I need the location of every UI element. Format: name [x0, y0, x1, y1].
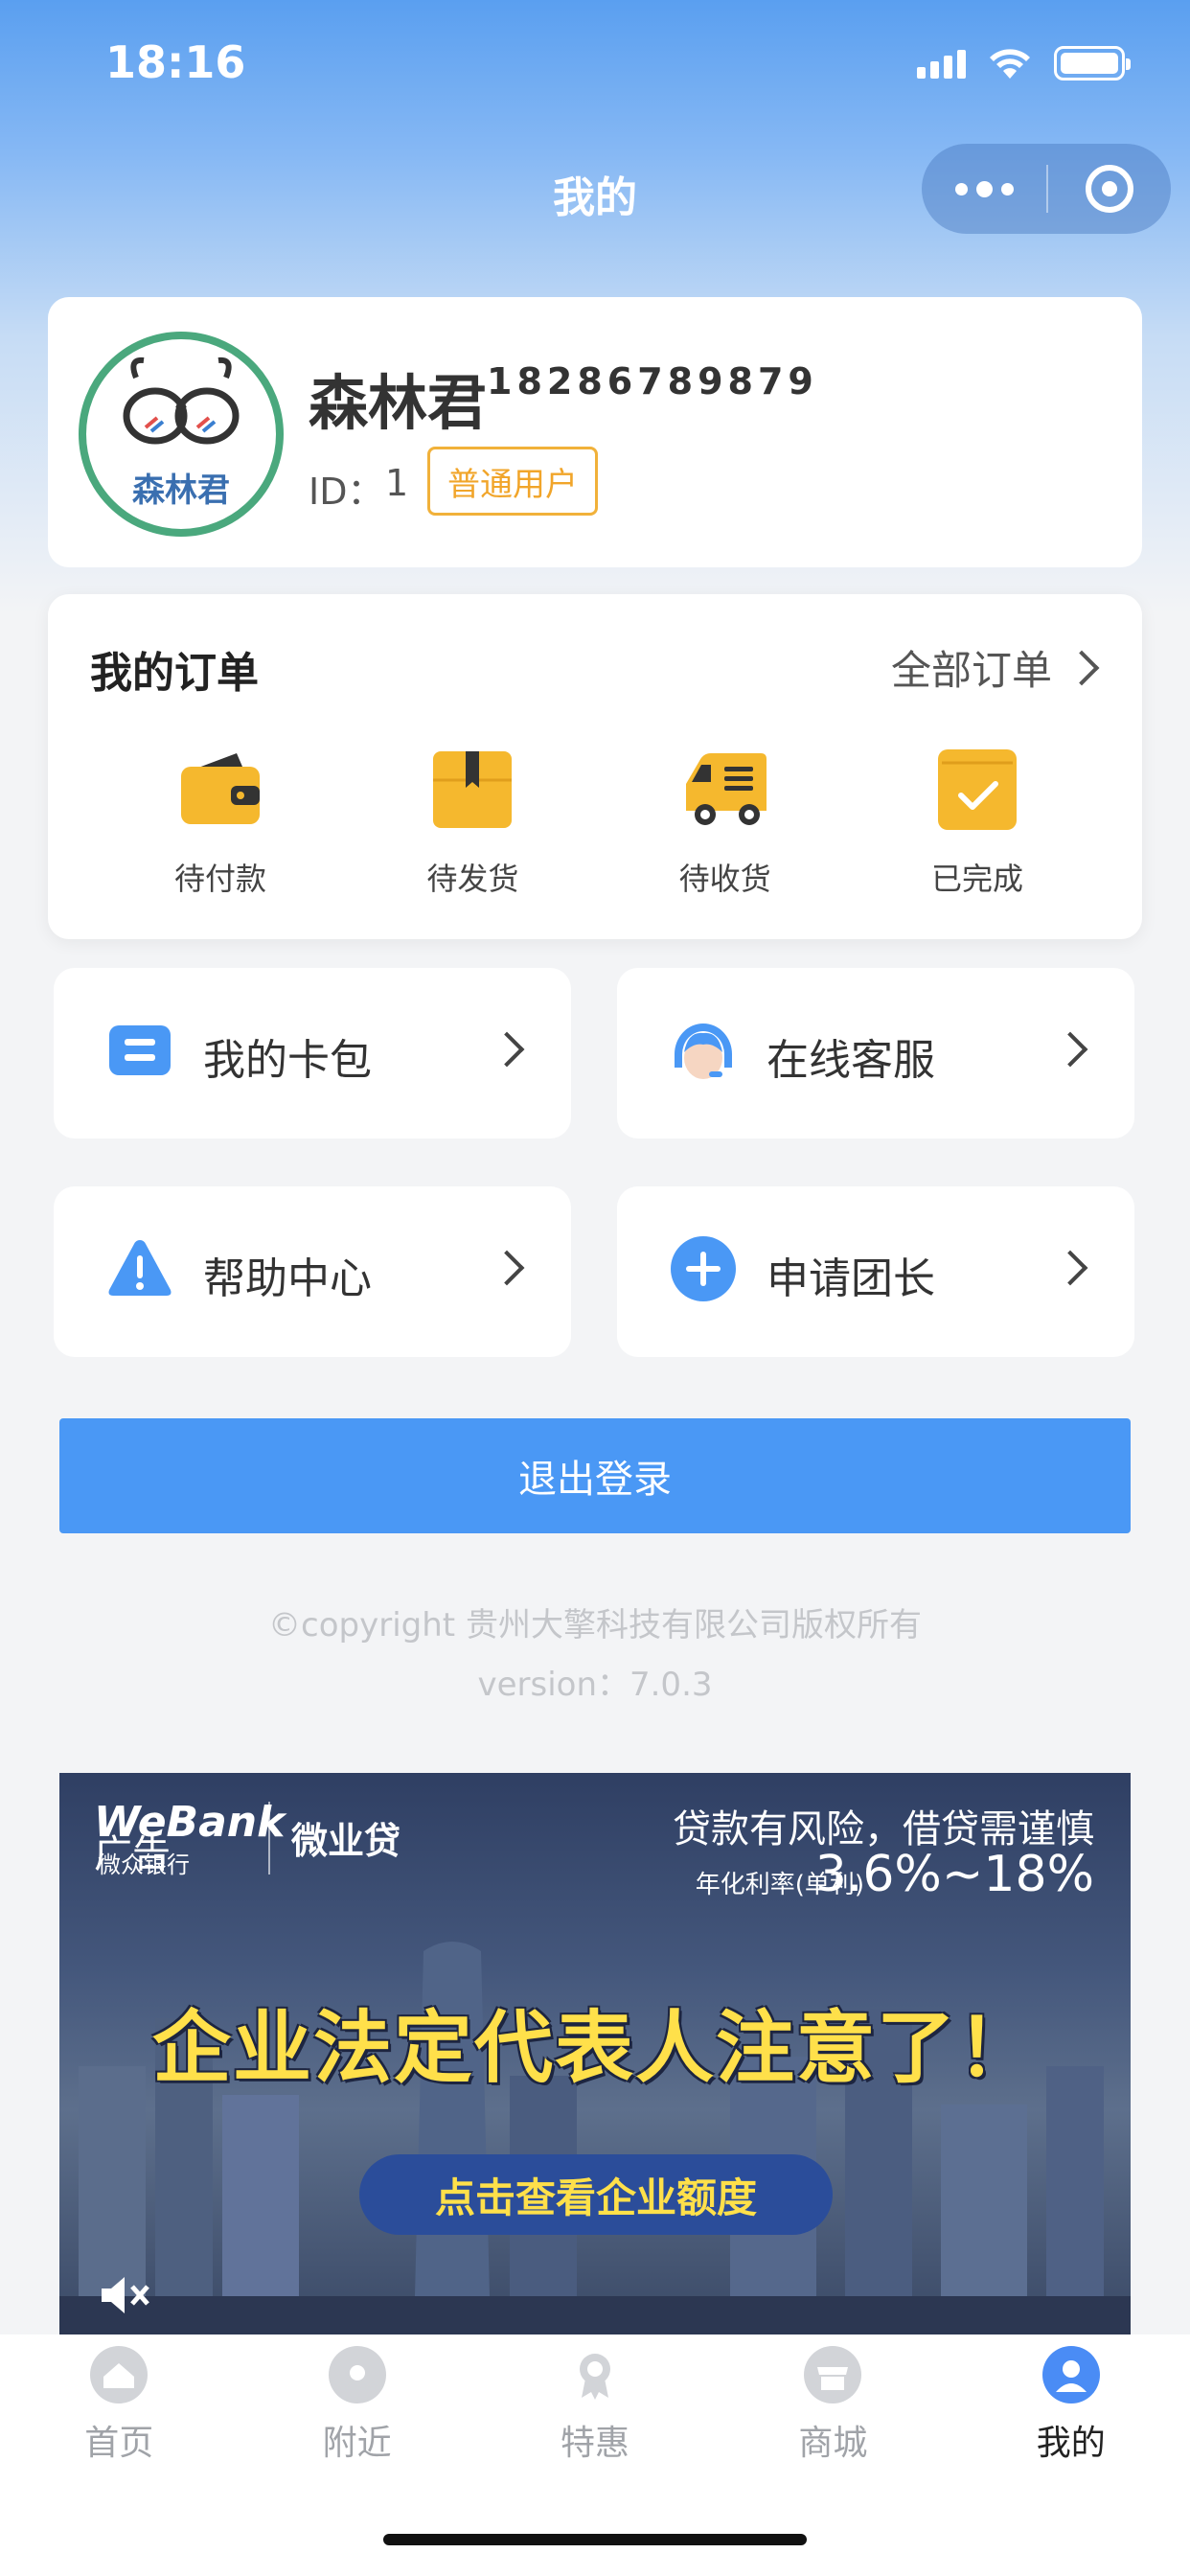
user-id-label: ID： [309, 471, 384, 513]
plus-circle-icon [671, 1236, 736, 1301]
mute-icon[interactable] [98, 2271, 151, 2319]
wifi-icon [990, 49, 1030, 79]
tab-label: 附近 [322, 2424, 392, 2463]
order-status-completed[interactable]: 已完成 [862, 746, 1092, 899]
all-orders-label: 全部订单 [890, 647, 1052, 694]
close-button[interactable] [1048, 144, 1171, 234]
battery-icon [1054, 46, 1131, 80]
menu-item-label: 申请团长 [767, 1254, 935, 1303]
order-status-pending-receipt[interactable]: 待收货 [610, 746, 840, 899]
close-icon [1086, 165, 1133, 213]
copyright-text: ©copyright 贵州大擎科技有限公司版权所有 [268, 1606, 922, 1644]
order-status-label: 已完成 [930, 861, 1023, 897]
ad-banner[interactable]: WeBank 微众银行 广告 微业贷 贷款有风险，借贷需谨慎 年化利率(单利) … [59, 1773, 1131, 2334]
chevron-right-icon [1064, 650, 1100, 685]
more-button[interactable] [922, 144, 1046, 234]
tab-label: 特惠 [560, 2424, 629, 2463]
menu-item-label: 在线客服 [767, 1036, 935, 1085]
logout-button[interactable]: 退出登录 [59, 1418, 1131, 1533]
order-status-list: 待付款 待发货 待收货 已完成 [105, 746, 1092, 899]
status-bar: 18:16 [0, 0, 1190, 125]
customer-service-icon [675, 1024, 732, 1079]
tab-home[interactable]: 首页 [0, 2346, 238, 2465]
check-box-icon [937, 749, 1017, 830]
tab-label: 我的 [1036, 2424, 1106, 2463]
orders-card: 我的订单 全部订单 待付款 待发货 待收货 已完成 [48, 594, 1142, 939]
wallet-icon [181, 753, 260, 824]
ad-rate: 3.6%~18% [814, 1846, 1094, 1903]
ad-tag: 广告 [94, 1832, 171, 1876]
avatar-text: 森林君 [132, 472, 230, 510]
tab-nearby[interactable]: 附近 [238, 2346, 475, 2465]
shop-icon [804, 2346, 862, 2404]
user-phone: 18286789879 [487, 360, 818, 402]
menu-item-card-wallet[interactable]: 我的卡包 [54, 968, 571, 1138]
avatar[interactable]: 森林君 [79, 332, 284, 537]
warning-icon [108, 1240, 172, 1296]
status-icons [917, 46, 1131, 80]
order-status-label: 待发货 [426, 861, 519, 897]
version-text: version：7.0.3 [477, 1666, 713, 1704]
chevron-right-icon [489, 1031, 525, 1068]
card-wallet-icon [109, 1025, 171, 1075]
chevron-right-icon [489, 1250, 525, 1286]
order-status-pending-payment[interactable]: 待付款 [105, 746, 335, 899]
tab-label: 首页 [84, 2424, 154, 2463]
menu-item-apply-leader[interactable]: 申请团长 [617, 1186, 1134, 1357]
order-status-label: 待收货 [678, 861, 771, 897]
mini-program-capsule [922, 144, 1171, 234]
user-level-badge: 普通用户 [427, 447, 598, 516]
orders-title: 我的订单 [90, 649, 259, 698]
order-status-label: 待付款 [173, 861, 266, 897]
signal-icon [917, 48, 966, 79]
menu-item-label: 我的卡包 [203, 1036, 372, 1085]
tab-label: 商城 [798, 2424, 868, 2463]
menu-item-customer-service[interactable]: 在线客服 [617, 968, 1134, 1138]
home-icon [90, 2346, 149, 2404]
tab-deals[interactable]: 特惠 [476, 2346, 714, 2465]
tab-shop[interactable]: 商城 [714, 2346, 951, 2465]
ad-headline: 企业法定代表人注意了！ [151, 2003, 1038, 2094]
chevron-right-icon [1052, 1031, 1088, 1068]
glasses-icon [123, 356, 240, 445]
all-orders-link[interactable]: 全部订单 [890, 638, 1100, 697]
menu-item-label: 帮助中心 [203, 1254, 372, 1303]
order-status-pending-shipment[interactable]: 待发货 [357, 746, 587, 899]
user-icon [1041, 2346, 1100, 2404]
ad-product: 微业贷 [291, 1820, 401, 1862]
ad-cta-button[interactable]: 点击查看企业额度 [359, 2154, 833, 2235]
user-id-value: 1 [385, 462, 409, 504]
package-icon [433, 751, 513, 828]
medal-icon [566, 2346, 624, 2404]
ad-divider [268, 1802, 270, 1874]
tab-mine[interactable]: 我的 [952, 2346, 1190, 2465]
location-icon [328, 2346, 386, 2404]
chevron-right-icon [1052, 1250, 1088, 1286]
user-name: 森林君 [309, 368, 488, 438]
menu-item-help-center[interactable]: 帮助中心 [54, 1186, 571, 1357]
truck-icon [685, 753, 767, 825]
profile-card[interactable]: 森林君 森林君 18286789879 ID： 1 普通用户 [48, 297, 1142, 567]
home-indicator [383, 2534, 807, 2545]
status-time: 18:16 [105, 36, 246, 88]
